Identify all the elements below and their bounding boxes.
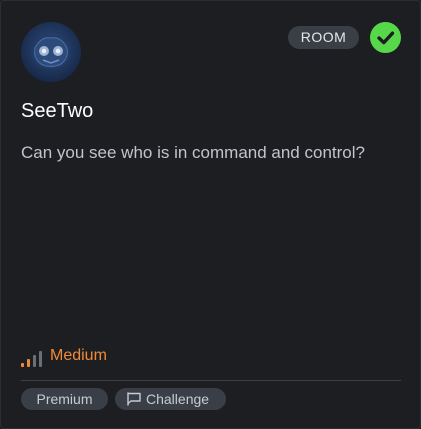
room-card[interactable]: ROOM SeeTwo Can you see who is in comman… bbox=[0, 0, 421, 429]
tag-premium[interactable]: Premium bbox=[21, 388, 108, 410]
room-type-badge: ROOM bbox=[288, 26, 359, 49]
difficulty-bar bbox=[21, 363, 24, 367]
room-title[interactable]: SeeTwo bbox=[21, 99, 93, 123]
difficulty-label: Medium bbox=[50, 347, 107, 364]
difficulty-indicator: Medium bbox=[21, 345, 107, 367]
completed-check-icon bbox=[370, 22, 401, 53]
divider bbox=[21, 380, 401, 381]
room-avatar bbox=[21, 22, 81, 82]
difficulty-bars-icon bbox=[21, 350, 42, 367]
room-description: Can you see who is in command and contro… bbox=[21, 143, 365, 162]
difficulty-bar bbox=[33, 355, 36, 367]
difficulty-bar bbox=[39, 351, 42, 367]
tag-label: Premium bbox=[36, 391, 93, 407]
tag-label: Challenge bbox=[146, 391, 210, 407]
tag-challenge[interactable]: Challenge bbox=[115, 388, 226, 410]
difficulty-bar bbox=[27, 359, 30, 367]
flag-icon bbox=[127, 392, 141, 406]
